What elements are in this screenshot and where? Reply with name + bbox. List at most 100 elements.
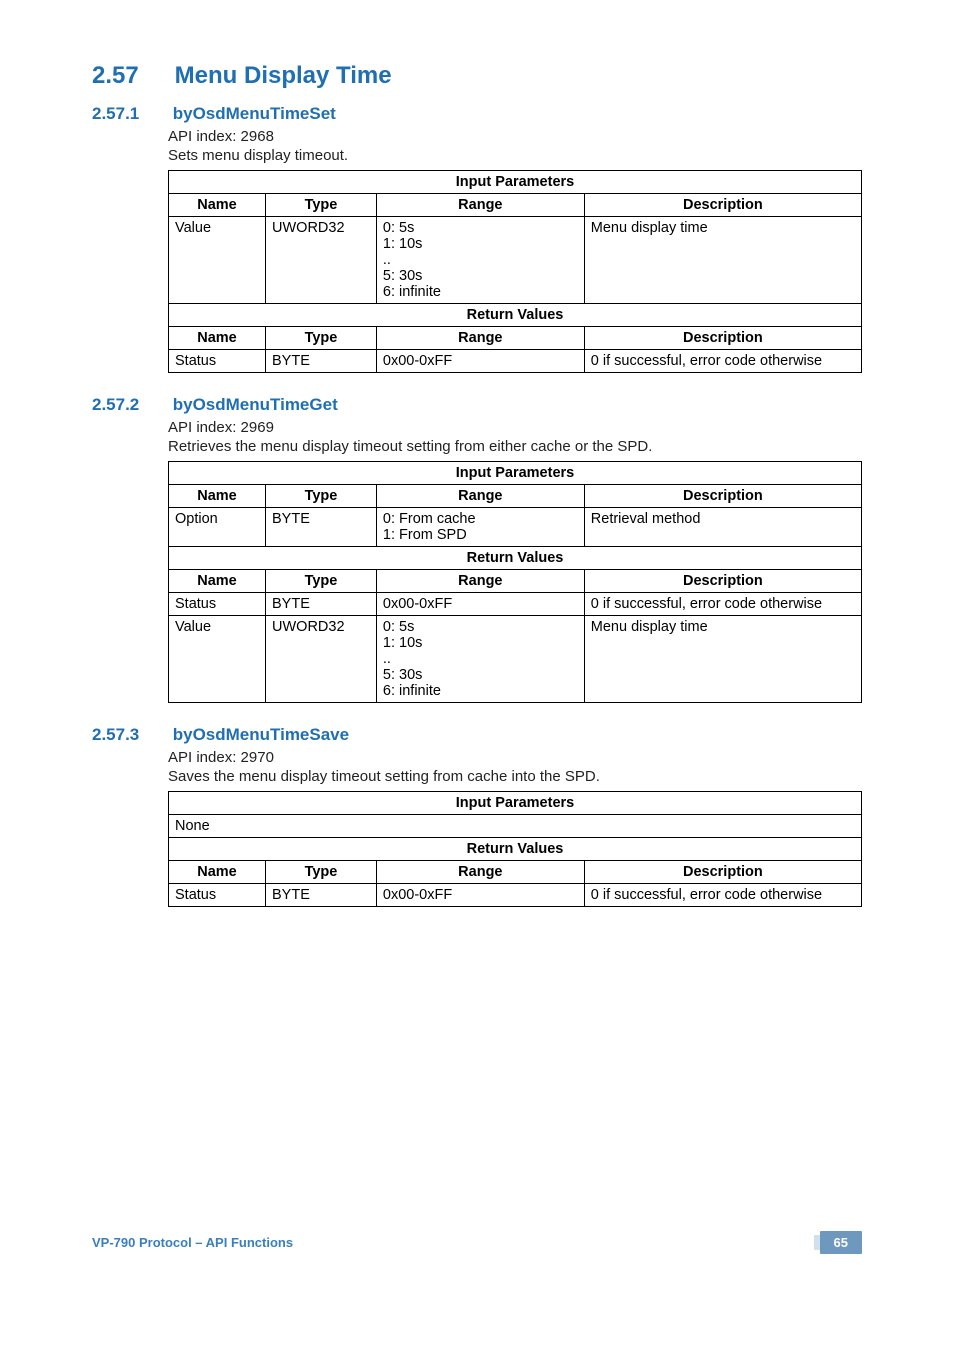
range-line: 6: infinite	[383, 683, 578, 699]
footer-page-number: 65	[820, 1231, 862, 1254]
subsection-title-text: byOsdMenuTimeSet	[173, 104, 336, 123]
cell-name: Value	[169, 217, 266, 304]
table-row: Name Type Range Description	[169, 485, 862, 508]
subsection-number: 2.57.1	[92, 104, 168, 124]
range-line: ..	[383, 651, 578, 667]
cell-type: BYTE	[266, 884, 377, 907]
range-line: 0: 5s	[383, 220, 578, 236]
range-line: ..	[383, 252, 578, 268]
range-line: 6: infinite	[383, 284, 578, 300]
api-index-line: API index: 2969	[168, 419, 862, 436]
col-header-type: Type	[266, 194, 377, 217]
return-values-header: Return Values	[169, 547, 862, 570]
return-values-header: Return Values	[169, 304, 862, 327]
input-parameters-header: Input Parameters	[169, 462, 862, 485]
col-header-name: Name	[169, 570, 266, 593]
api-index-line: API index: 2970	[168, 749, 862, 766]
subsection-body: API index: 2969 Retrieves the menu displ…	[168, 419, 862, 703]
cell-description: 0 if successful, error code otherwise	[584, 884, 861, 907]
col-header-name: Name	[169, 861, 266, 884]
range-line: 1: From SPD	[383, 527, 578, 543]
table-row: Input Parameters	[169, 462, 862, 485]
subsection-block: 2.57.3 byOsdMenuTimeSave API index: 2970…	[92, 725, 862, 907]
cell-type: BYTE	[266, 593, 377, 616]
subsection-title-text: byOsdMenuTimeGet	[173, 395, 338, 414]
range-line: 5: 30s	[383, 667, 578, 683]
col-header-range: Range	[376, 194, 584, 217]
col-header-description: Description	[584, 327, 861, 350]
col-header-range: Range	[376, 570, 584, 593]
cell-type: UWORD32	[266, 616, 377, 703]
subsection-block: 2.57.1 byOsdMenuTimeSet API index: 2968 …	[92, 104, 862, 373]
table-row: None	[169, 815, 862, 838]
cell-name: Status	[169, 593, 266, 616]
cell-range: 0: 5s 1: 10s .. 5: 30s 6: infinite	[376, 616, 584, 703]
col-header-name: Name	[169, 194, 266, 217]
subsection-description: Retrieves the menu display timeout setti…	[168, 438, 862, 455]
col-header-type: Type	[266, 861, 377, 884]
parameters-table: Input Parameters None Return Values Name…	[168, 791, 862, 907]
col-header-description: Description	[584, 194, 861, 217]
table-row: Name Type Range Description	[169, 194, 862, 217]
col-header-range: Range	[376, 485, 584, 508]
table-row: Input Parameters	[169, 792, 862, 815]
subsection-heading: 2.57.2 byOsdMenuTimeGet	[92, 395, 862, 415]
range-line: 1: 10s	[383, 635, 578, 651]
range-line: 0: From cache	[383, 511, 578, 527]
input-parameters-header: Input Parameters	[169, 792, 862, 815]
cell-description: Retrieval method	[584, 508, 861, 547]
cell-description: 0 if successful, error code otherwise	[584, 350, 861, 373]
cell-name: Option	[169, 508, 266, 547]
range-line: 1: 10s	[383, 236, 578, 252]
cell-name: Value	[169, 616, 266, 703]
col-header-range: Range	[376, 327, 584, 350]
section-number: 2.57	[92, 62, 168, 90]
range-line: 5: 30s	[383, 268, 578, 284]
subsection-title-text: byOsdMenuTimeSave	[173, 725, 349, 744]
cell-range: 0x00-0xFF	[376, 593, 584, 616]
subsection-block: 2.57.2 byOsdMenuTimeGet API index: 2969 …	[92, 395, 862, 703]
cell-range: 0x00-0xFF	[376, 884, 584, 907]
table-row: Input Parameters	[169, 171, 862, 194]
cell-range: 0: 5s 1: 10s .. 5: 30s 6: infinite	[376, 217, 584, 304]
cell-name: Status	[169, 350, 266, 373]
subsection-heading: 2.57.1 byOsdMenuTimeSet	[92, 104, 862, 124]
cell-range: 0: From cache 1: From SPD	[376, 508, 584, 547]
table-row: Value UWORD32 0: 5s 1: 10s .. 5: 30s 6: …	[169, 616, 862, 703]
table-row: Option BYTE 0: From cache 1: From SPD Re…	[169, 508, 862, 547]
section-title-text: Menu Display Time	[175, 62, 392, 89]
table-row: Value UWORD32 0: 5s 1: 10s .. 5: 30s 6: …	[169, 217, 862, 304]
col-header-name: Name	[169, 485, 266, 508]
col-header-name: Name	[169, 327, 266, 350]
api-index-line: API index: 2968	[168, 128, 862, 145]
table-row: Return Values	[169, 304, 862, 327]
parameters-table: Input Parameters Name Type Range Descrip…	[168, 461, 862, 703]
section-heading: 2.57 Menu Display Time	[92, 62, 862, 90]
footer-page-wrap: 65	[820, 1235, 862, 1250]
table-row: Name Type Range Description	[169, 570, 862, 593]
cell-range: 0x00-0xFF	[376, 350, 584, 373]
col-header-type: Type	[266, 570, 377, 593]
subsection-description: Sets menu display timeout.	[168, 147, 862, 164]
cell-description: Menu display time	[584, 217, 861, 304]
subsection-number: 2.57.2	[92, 395, 168, 415]
return-values-header: Return Values	[169, 838, 862, 861]
cell-type: BYTE	[266, 350, 377, 373]
col-header-description: Description	[584, 485, 861, 508]
col-header-type: Type	[266, 485, 377, 508]
document-page: 2.57 Menu Display Time 2.57.1 byOsdMenuT…	[0, 0, 954, 1280]
cell-type: UWORD32	[266, 217, 377, 304]
cell-type: BYTE	[266, 508, 377, 547]
cell-none: None	[169, 815, 862, 838]
table-row: Return Values	[169, 838, 862, 861]
range-line: 0: 5s	[383, 619, 578, 635]
table-row: Return Values	[169, 547, 862, 570]
cell-description: 0 if successful, error code otherwise	[584, 593, 861, 616]
footer-left-text: VP-790 Protocol – API Functions	[92, 1235, 293, 1250]
input-parameters-header: Input Parameters	[169, 171, 862, 194]
page-footer: VP-790 Protocol – API Functions 65	[92, 1235, 862, 1250]
subsection-number: 2.57.3	[92, 725, 168, 745]
table-row: Name Type Range Description	[169, 861, 862, 884]
table-row: Name Type Range Description	[169, 327, 862, 350]
table-row: Status BYTE 0x00-0xFF 0 if successful, e…	[169, 350, 862, 373]
